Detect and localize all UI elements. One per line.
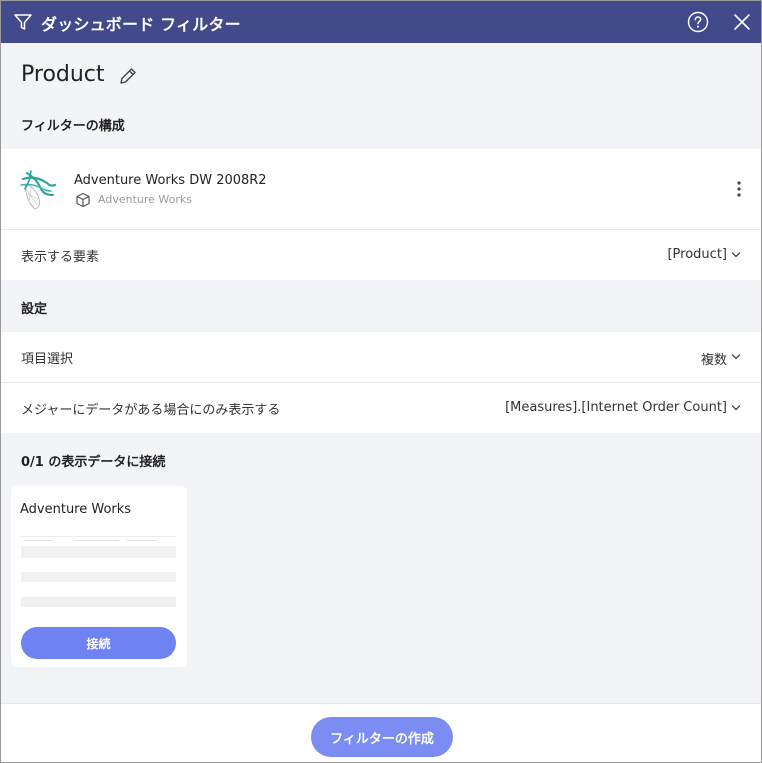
- title-bar: ダッシュボード フィルター: [1, 1, 761, 43]
- kebab-menu-icon[interactable]: [734, 179, 744, 199]
- datasource-cube-name: Adventure Works: [98, 193, 192, 206]
- measure-filter-value[interactable]: [Measures].[Internet Order Count]: [505, 400, 727, 415]
- measure-filter-label: メジャーにデータがある場合にのみ表示する: [21, 403, 281, 418]
- measure-filter-row[interactable]: メジャーにデータがある場合にのみ表示する [Measures].[Interne…: [1, 383, 761, 433]
- item-selection-value[interactable]: 複数: [701, 349, 727, 368]
- help-icon[interactable]: [687, 11, 709, 33]
- chevron-down-icon[interactable]: [731, 403, 741, 413]
- placeholder-row: [21, 572, 176, 582]
- item-selection-row[interactable]: 項目選択 複数: [1, 332, 761, 382]
- section-connect: 0/1 の表示データに接続: [21, 455, 166, 470]
- chevron-down-icon[interactable]: [731, 352, 741, 362]
- display-element-row[interactable]: 表示する要素 [Product]: [1, 230, 761, 280]
- filter-name: Product: [21, 62, 105, 87]
- datasource-row[interactable]: [1, 149, 761, 229]
- display-element-value[interactable]: [Product]: [667, 247, 727, 262]
- datasource-name: Adventure Works DW 2008R2: [74, 173, 267, 188]
- sql-server-icon: [20, 170, 57, 210]
- dashboard-filter-dialog: ダッシュボード フィルター Product フィルターの構成 Adventure…: [0, 0, 762, 763]
- section-composition: フィルターの構成: [21, 119, 125, 134]
- placeholder-line: [24, 540, 52, 541]
- cube-icon: [76, 192, 90, 208]
- dialog-title: ダッシュボード フィルター: [41, 15, 241, 34]
- display-element-label: 表示する要素: [21, 250, 100, 265]
- visualization-card: Adventure Works 接続: [11, 486, 187, 667]
- placeholder-row: [21, 597, 176, 607]
- placeholder-line: [127, 540, 157, 541]
- footer: フィルターの作成: [1, 703, 761, 762]
- connect-button[interactable]: 接続: [21, 627, 176, 659]
- pencil-icon[interactable]: [117, 65, 139, 87]
- item-selection-label: 項目選択: [21, 352, 74, 367]
- placeholder-line: [21, 536, 176, 537]
- card-title: Adventure Works: [20, 502, 132, 517]
- placeholder-line: [74, 540, 119, 541]
- chevron-down-icon[interactable]: [731, 250, 741, 260]
- section-settings: 設定: [21, 302, 48, 317]
- placeholder-row: [21, 546, 176, 558]
- create-filter-button[interactable]: フィルターの作成: [311, 717, 453, 757]
- close-icon[interactable]: [733, 13, 751, 31]
- filter-icon: [14, 14, 32, 30]
